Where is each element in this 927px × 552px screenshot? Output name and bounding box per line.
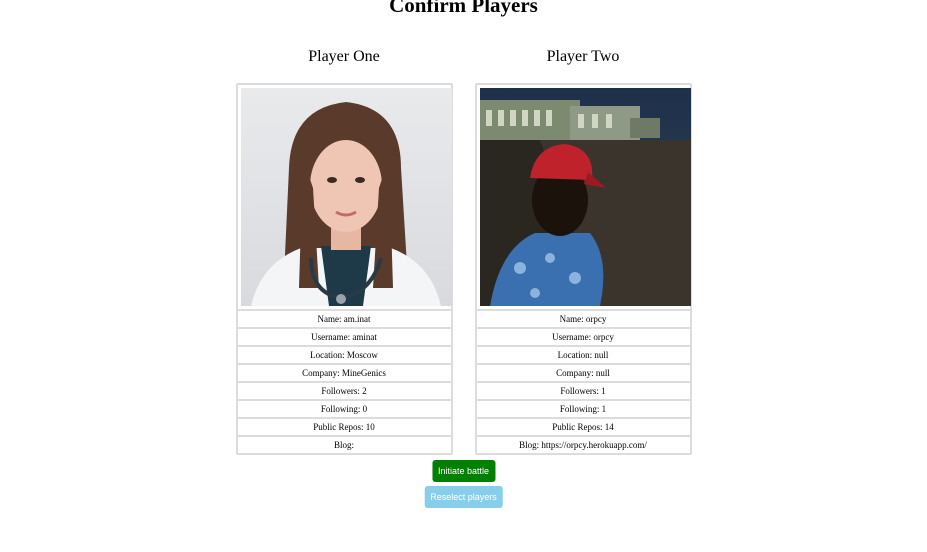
player-two-avatar xyxy=(479,88,691,306)
player-two-blog: Blog: https://orpcy.herokuapp.com/ xyxy=(519,440,647,450)
player-two-followers: Followers: 1 xyxy=(476,383,690,401)
player-two-column: Player Two Name: orpcy Username: orpcy L… xyxy=(474,44,693,455)
player-two-card: Name: orpcy Username: orpcy Location: nu… xyxy=(474,83,692,455)
player-one-heading: Player One xyxy=(308,48,380,65)
player-one-card: Name: am.inat Username: aminat Location:… xyxy=(235,83,453,455)
player-one-name: Name: am.inat xyxy=(237,311,451,329)
player-one-followers: Followers: 2 xyxy=(237,383,451,401)
player-two-company: Company: null xyxy=(476,365,690,383)
player-two-name: Name: orpcy xyxy=(476,311,690,329)
player-one-avatar xyxy=(240,88,452,306)
player-two-following: Following: 1 xyxy=(476,401,690,419)
player-one-avatar-frame xyxy=(237,85,452,311)
player-two-public-repos: Public Repos: 14 xyxy=(476,419,690,437)
page-title: Confirm Players xyxy=(389,0,538,17)
player-one-blog: Blog: xyxy=(333,440,354,450)
player-two-avatar-frame xyxy=(476,85,691,311)
player-two-location: Location: null xyxy=(476,347,690,365)
reselect-players-button[interactable]: Reselect players xyxy=(424,486,503,508)
player-one-company: Company: MineGenics xyxy=(237,365,451,383)
player-one-location: Location: Moscow xyxy=(237,347,451,365)
initiate-battle-button[interactable]: Initiate battle xyxy=(431,460,496,482)
player-one-column: Player One Name: am.inat Username: amina… xyxy=(235,44,454,455)
player-one-public-repos: Public Repos: 10 xyxy=(237,419,451,437)
player-two-heading: Player Two xyxy=(546,48,620,65)
player-one-following: Following: 0 xyxy=(237,401,451,419)
player-one-username: Username: aminat xyxy=(237,329,451,347)
player-two-username: Username: orpcy xyxy=(476,329,690,347)
players-container: Player One Name: am.inat Username: amina… xyxy=(0,44,927,455)
